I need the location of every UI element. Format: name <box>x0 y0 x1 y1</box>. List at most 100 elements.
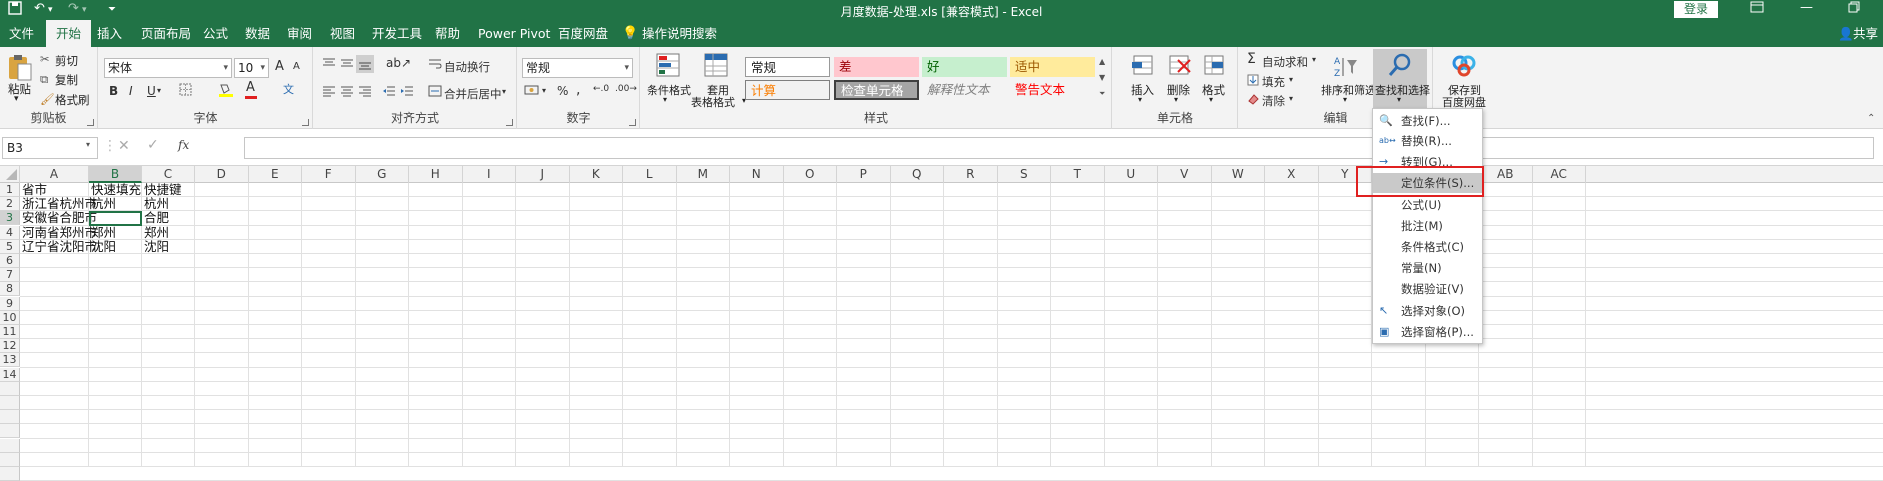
ribbon-display-options-icon[interactable] <box>1750 1 1764 17</box>
percent-button[interactable]: % <box>557 84 568 98</box>
paste-icon[interactable] <box>7 53 33 81</box>
increase-indent-icon[interactable] <box>400 85 414 100</box>
menu-item[interactable]: ↖ 选择对象(O) <box>1373 301 1482 321</box>
minimize-icon[interactable]: — <box>1800 0 1813 15</box>
copy-button[interactable]: 复制 <box>55 72 78 88</box>
column-header[interactable]: X <box>1265 166 1319 183</box>
column-header[interactable]: E <box>249 166 302 183</box>
delete-cells-icon[interactable] <box>1166 52 1192 78</box>
column-header[interactable]: Q <box>891 166 944 183</box>
row-header[interactable] <box>0 382 20 396</box>
row-header[interactable]: 7 <box>0 268 20 282</box>
style-neutral[interactable]: 适中 <box>1010 57 1095 77</box>
format-cells-icon[interactable] <box>1201 52 1227 78</box>
align-top-icon[interactable] <box>322 57 336 72</box>
baidu-netdisk-icon[interactable] <box>1451 52 1477 78</box>
merge-center-button[interactable]: 合并后居中 <box>444 86 502 102</box>
tab-developer[interactable]: 开发工具 <box>372 20 422 47</box>
fill-button[interactable]: 填充 <box>1262 74 1285 90</box>
sort-filter-button[interactable]: 排序和筛选 <box>1321 82 1376 98</box>
row-header[interactable]: 13 <box>0 353 20 367</box>
column-header[interactable]: I <box>463 166 516 183</box>
row-header[interactable]: 11 <box>0 325 20 339</box>
more-styles-icon[interactable]: ⏷ <box>1099 89 1105 99</box>
collapse-ribbon-icon[interactable]: ⌃ <box>1867 113 1875 124</box>
share-button[interactable]: 共享 <box>1853 20 1878 47</box>
shrink-font-button[interactable]: A <box>293 61 300 72</box>
phonetic-button[interactable]: 文 <box>283 81 294 97</box>
chevron-down-icon[interactable]: ▾ <box>663 95 667 104</box>
find-select-button[interactable]: 查找和选择 ▾ <box>1373 49 1430 108</box>
table-format-icon[interactable] <box>703 52 729 78</box>
column-header[interactable]: S <box>998 166 1051 183</box>
tab-view[interactable]: 视图 <box>330 20 355 47</box>
insert-button[interactable]: 插入 <box>1131 82 1154 98</box>
cut-button[interactable]: 剪切 <box>55 53 78 69</box>
row-header[interactable]: 6 <box>0 254 20 268</box>
cell-b1[interactable]: 快速填充 <box>89 183 142 197</box>
column-header[interactable]: J <box>516 166 570 183</box>
column-header[interactable]: L <box>623 166 677 183</box>
cell-a3[interactable]: 安徽省合肥市 <box>20 211 97 225</box>
tab-power-pivot[interactable]: Power Pivot <box>478 20 550 47</box>
login-button[interactable]: 登录 <box>1674 1 1718 18</box>
scroll-up-icon[interactable]: ▲ <box>1099 57 1105 66</box>
font-name-combo[interactable]: 宋体 ▾ <box>104 58 232 78</box>
align-right-icon[interactable] <box>358 85 372 100</box>
row-header[interactable]: 1 <box>0 183 20 197</box>
column-header[interactable]: K <box>570 166 623 183</box>
menu-item[interactable]: ab↔ 替换(R)... <box>1373 131 1482 151</box>
worksheet-grid[interactable]: 1 2 3 4 5 6 7 8 9 10 11 12 13 14 省市 快速填充 快捷键 浙江省杭州市 杭州 杭州 安徽… <box>0 183 1883 481</box>
restore-icon[interactable] <box>1848 1 1860 17</box>
menu-item[interactable]: 常量(N) <box>1373 258 1482 278</box>
delete-button[interactable]: 删除 <box>1167 82 1190 98</box>
style-normal[interactable]: 常规 <box>745 57 830 77</box>
tab-formulas[interactable]: 公式 <box>203 20 228 47</box>
cell-c1[interactable]: 快捷键 <box>142 183 195 197</box>
format-painter-button[interactable]: 格式刷 <box>55 92 90 108</box>
cell-c4[interactable]: 郑州 <box>142 226 195 240</box>
align-center-icon[interactable] <box>340 85 354 100</box>
chevron-down-icon[interactable]: ▾ <box>157 86 161 95</box>
menu-item[interactable]: 批注(M) <box>1373 216 1482 236</box>
paste-button[interactable]: 粘贴 <box>8 81 31 97</box>
font-size-combo[interactable]: 10 ▾ <box>234 58 269 78</box>
tab-review[interactable]: 审阅 <box>287 20 312 47</box>
column-header[interactable]: F <box>302 166 356 183</box>
tab-help[interactable]: 帮助 <box>435 20 460 47</box>
currency-icon[interactable] <box>524 84 540 100</box>
align-bottom-icon[interactable] <box>356 55 374 73</box>
column-header[interactable]: T <box>1051 166 1105 183</box>
row-header[interactable]: 8 <box>0 282 20 296</box>
cell-c5[interactable]: 沈阳 <box>142 240 195 254</box>
table-format-label-2[interactable]: 表格格式 <box>691 94 735 110</box>
column-header[interactable]: G <box>356 166 409 183</box>
chevron-down-icon[interactable]: ▾ <box>542 86 546 95</box>
cell-b3[interactable] <box>89 211 142 226</box>
row-header[interactable] <box>0 424 20 438</box>
menu-item[interactable]: 🔍 查找(F)... <box>1373 111 1482 131</box>
orientation-icon[interactable]: ab↗ <box>386 56 411 70</box>
style-explanatory[interactable]: 解释性文本 <box>922 80 1007 100</box>
column-header[interactable]: N <box>730 166 784 183</box>
decrease-indent-icon[interactable] <box>382 85 396 100</box>
select-all-corner[interactable] <box>0 166 20 183</box>
cell-b5[interactable]: 沈阳 <box>89 240 142 254</box>
clear-button[interactable]: 清除 <box>1262 93 1285 109</box>
column-header[interactable]: M <box>677 166 730 183</box>
fill-color-icon[interactable] <box>218 82 234 100</box>
menu-item[interactable]: 数据验证(V) <box>1373 279 1482 299</box>
insert-function-button[interactable]: fx <box>178 138 189 152</box>
scroll-down-icon[interactable]: ▼ <box>1099 73 1105 82</box>
style-check-cell[interactable]: 检查单元格 <box>834 80 919 100</box>
chevron-down-icon[interactable]: ▾ <box>1209 95 1213 104</box>
bold-button[interactable]: B <box>109 84 118 98</box>
column-header[interactable]: P <box>837 166 891 183</box>
chevron-down-icon[interactable]: ▾ <box>1174 95 1178 104</box>
column-header[interactable]: O <box>784 166 837 183</box>
cell-c2[interactable]: 杭州 <box>142 197 195 211</box>
chevron-down-icon[interactable]: ▾ <box>86 140 90 149</box>
row-header[interactable]: 4 <box>0 226 20 240</box>
row-header[interactable] <box>0 453 20 467</box>
style-bad[interactable]: 差 <box>834 57 919 77</box>
